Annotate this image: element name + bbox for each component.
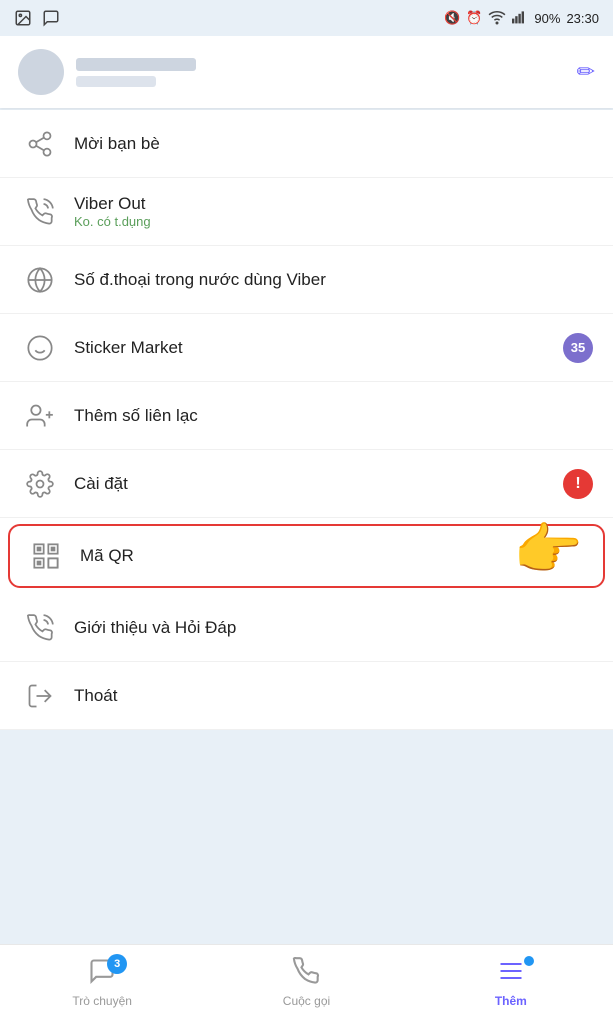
chat-nav-icon-wrap: 3 (83, 958, 121, 990)
menu-item-invite[interactable]: Mời bạn bè (0, 110, 613, 178)
globe-icon (20, 260, 60, 300)
phone-plus-icon (20, 192, 60, 232)
add-person-icon (20, 396, 60, 436)
qr-icon (26, 536, 66, 576)
calls-nav-label: Cuộc gọi (283, 994, 330, 1008)
nav-item-calls[interactable]: Cuộc gọi (204, 958, 408, 1008)
wifi-icon (488, 8, 506, 29)
menu-item-intro[interactable]: Giới thiệu và Hỏi Đáp (0, 594, 613, 662)
menu-label-qr: Mã QR (80, 546, 587, 566)
alarm-icon: ⏰ (466, 10, 482, 26)
menu-label-viber-out: Viber Out Ko. có t.dụng (74, 194, 593, 229)
status-right-info: 🔇 ⏰ 90% 23:30 (444, 8, 599, 29)
menu-list: Mời bạn bè Viber Out Ko. có t.dụng Số đ.… (0, 110, 613, 730)
viber-help-icon (20, 608, 60, 648)
menu-item-sticker[interactable]: Sticker Market 35 (0, 314, 613, 382)
menu-label-logout: Thoát (74, 686, 593, 706)
header: ✏ (0, 36, 613, 108)
profile-sub-blur (76, 76, 156, 87)
menu-label-add-contact: Thêm số liên lạc (74, 406, 593, 426)
menu-label-intro: Giới thiệu và Hỏi Đáp (74, 618, 593, 638)
status-bar: 🔇 ⏰ 90% 23:30 (0, 0, 613, 36)
viber-out-sublabel: Ko. có t.dụng (74, 214, 593, 229)
battery-text: 90% (534, 11, 560, 26)
menu-item-viber-out[interactable]: Viber Out Ko. có t.dụng (0, 178, 613, 246)
chat-badge: 3 (107, 954, 127, 974)
content-area: ✏ Mời bạn bè Viber Out Ko. có t.dụng (0, 36, 613, 944)
menu-item-logout[interactable]: Thoát (0, 662, 613, 730)
sticker-badge: 35 (563, 333, 593, 363)
logout-icon (20, 676, 60, 716)
mute-icon: 🔇 (444, 10, 460, 26)
profile-section (18, 49, 196, 95)
more-nav-dot (524, 956, 534, 966)
menu-label-sticker: Sticker Market (74, 338, 563, 358)
edit-icon[interactable]: ✏ (577, 59, 595, 85)
menu-item-settings[interactable]: Cài đặt ! (0, 450, 613, 518)
share-icon (20, 124, 60, 164)
chat-nav-label: Trò chuyện (72, 994, 132, 1008)
more-nav-label: Thêm (495, 994, 527, 1008)
avatar (18, 49, 64, 95)
settings-icon (20, 464, 60, 504)
phone-icon (292, 957, 320, 990)
status-left-icons (14, 9, 60, 27)
menu-item-qr[interactable]: Mã QR (8, 524, 605, 588)
menu-label-phone-numbers: Số đ.thoại trong nước dùng Viber (74, 270, 593, 290)
profile-name-blur (76, 58, 196, 71)
sticker-icon (20, 328, 60, 368)
menu-item-phone-numbers[interactable]: Số đ.thoại trong nước dùng Viber (0, 246, 613, 314)
image-icon (14, 9, 32, 27)
menu-icon-more (497, 957, 525, 990)
settings-badge: ! (563, 469, 593, 499)
nav-item-more[interactable]: Thêm (409, 958, 613, 1008)
time-display: 23:30 (566, 11, 599, 26)
profile-text (76, 58, 196, 87)
messenger-icon (42, 9, 60, 27)
menu-label-settings: Cài đặt (74, 474, 563, 494)
calls-nav-icon-wrap (287, 958, 325, 990)
menu-label-invite: Mời bạn bè (74, 134, 593, 154)
bottom-nav: 3 Trò chuyện Cuộc gọi Thêm (0, 944, 613, 1020)
signal-icon (512, 9, 528, 28)
nav-item-chat[interactable]: 3 Trò chuyện (0, 958, 204, 1008)
more-nav-icon-wrap (492, 958, 530, 990)
menu-item-add-contact[interactable]: Thêm số liên lạc (0, 382, 613, 450)
